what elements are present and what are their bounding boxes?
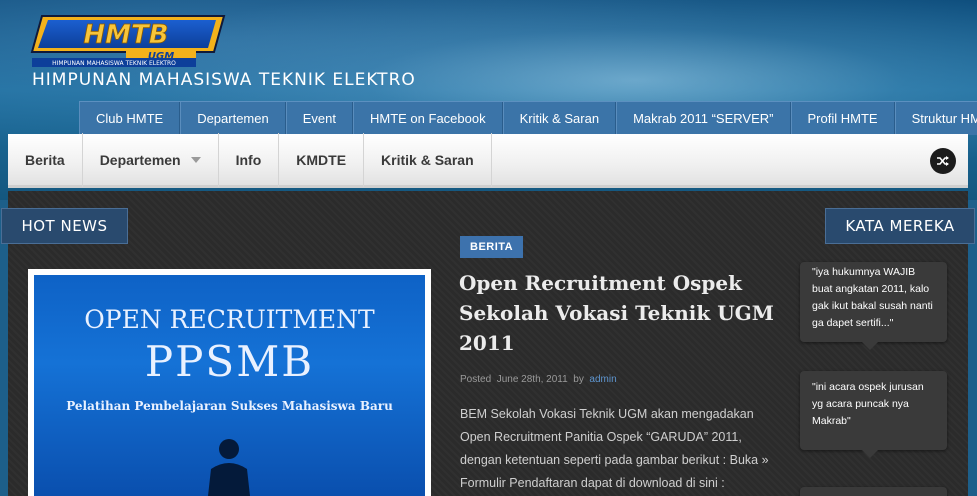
post-title[interactable]: Open Recruitment Ospek Sekolah Vokasi Te… xyxy=(459,268,789,358)
cat-nav-kritik-saran[interactable]: Kritik & Saran xyxy=(364,132,492,187)
top-nav: Club HMTE Departemen Event HMTE on Faceb… xyxy=(79,101,977,135)
post-excerpt: BEM Sekolah Vokasi Teknik UGM akan menga… xyxy=(460,407,769,490)
featured-image-line3: Pelatihan Pembelajaran Sukses Mahasiswa … xyxy=(66,399,393,413)
top-nav-struktur-hmte[interactable]: Struktur HMTE xyxy=(894,102,977,135)
cat-nav-info[interactable]: Info xyxy=(219,132,280,187)
testimonial-quote[interactable]: "iya hukumnya WAJIB buat angkatan 2011, … xyxy=(800,262,947,350)
hot-news-heading: HOT NEWS xyxy=(1,208,128,244)
site-subtitle: HIMPUNAN MAHASISWA TEKNIK ELEKTRO xyxy=(32,70,416,90)
cat-nav-kritik-saran-label: Kritik & Saran xyxy=(381,151,474,168)
cat-nav-kmdte[interactable]: KMDTE xyxy=(279,132,365,187)
category-nav: Berita Departemen Info KMDTE Kritik & Sa… xyxy=(8,132,968,188)
meta-author-link[interactable]: admin xyxy=(589,374,616,385)
featured-image-frame[interactable]: OPEN RECRUITMENT PPSMB Pelatihan Pembela… xyxy=(28,269,431,496)
svg-text:HIMPUNAN MAHASISWA TEKNIK ELEK: HIMPUNAN MAHASISWA TEKNIK ELEKTRO xyxy=(52,60,176,67)
cat-nav-info-label: Info xyxy=(235,151,262,168)
featured-image-line2: PPSMB xyxy=(144,337,315,386)
featured-image[interactable]: OPEN RECRUITMENT PPSMB Pelatihan Pembela… xyxy=(34,275,425,496)
top-nav-event[interactable]: Event xyxy=(285,102,353,135)
top-nav-makrab-2011[interactable]: Makrab 2011 “SERVER” xyxy=(616,102,791,135)
testimonial-quote[interactable] xyxy=(800,487,947,496)
cat-nav-departemen[interactable]: Departemen xyxy=(83,132,219,187)
post-meta: Posted June 28th, 2011 by admin xyxy=(460,374,617,385)
top-nav-departemen[interactable]: Departemen xyxy=(180,102,286,135)
featured-image-line1: OPEN RECRUITMENT xyxy=(84,305,375,334)
meta-posted: Posted xyxy=(460,374,492,385)
meta-by: by xyxy=(573,374,584,385)
top-nav-club-hmte[interactable]: Club HMTE xyxy=(79,102,181,135)
shuffle-icon[interactable] xyxy=(930,148,956,174)
top-nav-hmte-facebook[interactable]: HMTE on Facebook xyxy=(352,102,503,135)
top-nav-profil-hmte[interactable]: Profil HMTE xyxy=(790,102,895,135)
cat-nav-departemen-label: Departemen xyxy=(99,151,181,168)
top-nav-kritik-saran[interactable]: Kritik & Saran xyxy=(502,102,617,135)
cat-nav-kmdte-label: KMDTE xyxy=(296,151,347,168)
cat-nav-berita-label: Berita xyxy=(25,151,65,168)
svg-text:HMTB: HMTB xyxy=(83,20,168,50)
kata-mereka-heading: KATA MEREKA xyxy=(825,208,975,244)
category-badge[interactable]: BERITA xyxy=(460,236,524,258)
person-silhouette xyxy=(208,439,250,496)
chevron-down-icon xyxy=(190,156,201,163)
meta-date: June 28th, 2011 xyxy=(496,374,568,385)
cat-nav-berita[interactable]: Berita xyxy=(8,132,83,187)
testimonial-quote[interactable]: "ini acara ospek jurusan yg acara puncak… xyxy=(800,371,947,458)
hmte-logo[interactable]: HMTB UGM HIMPUNAN MAHASISWA TEKNIK ELEKT… xyxy=(28,12,228,70)
